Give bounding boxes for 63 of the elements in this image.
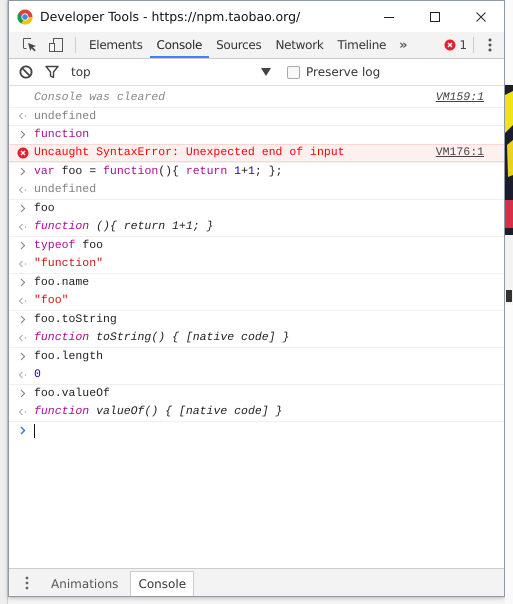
- result-arrow-icon: [18, 222, 27, 231]
- dropdown-triangle-icon: [261, 68, 271, 76]
- console-message: function toString() { [native code] }: [34, 331, 290, 344]
- menu-icon[interactable]: [488, 38, 492, 52]
- panel-tab[interactable]: Console: [150, 32, 210, 58]
- close-icon: [476, 12, 486, 22]
- console-message: Console was cleared: [34, 90, 166, 104]
- drawer-tab[interactable]: Console: [130, 571, 194, 596]
- chevron-icon: [20, 130, 26, 140]
- chevron-icon: [20, 278, 26, 288]
- console-message: function valueOf() { [native code] }: [34, 405, 282, 418]
- result-arrow-icon: [18, 334, 27, 342]
- source-link[interactable]: VM176:1: [436, 146, 484, 160]
- checkbox-label: Preserve log: [306, 65, 380, 79]
- window-title: Developer Tools - https://npm.taobao.org/: [40, 9, 300, 24]
- console-message: function: [34, 128, 90, 142]
- console-message: typeof foo: [34, 239, 104, 252]
- chevron-icon: [20, 315, 26, 324]
- chevron-icon: [20, 352, 26, 362]
- console-message: foo.toString: [34, 313, 117, 326]
- console-message: function (){ return 1+1; }: [34, 220, 214, 234]
- more-tabs-button[interactable]: »: [393, 38, 414, 52]
- minimize-icon: [384, 16, 394, 18]
- console-message: 0: [34, 368, 41, 382]
- result-arrow-icon: [18, 186, 27, 194]
- console-message: "function": [34, 257, 104, 270]
- filter-icon[interactable]: [45, 65, 59, 79]
- panel-tab[interactable]: Sources: [209, 32, 268, 58]
- panel-tab[interactable]: Elements: [82, 32, 150, 58]
- chevron-icon: [20, 167, 26, 176]
- panel-tab[interactable]: Network: [268, 32, 330, 58]
- panel-tab[interactable]: Timeline: [330, 32, 394, 58]
- circle-logo-icon: [17, 8, 33, 24]
- drawer-tab[interactable]: Animations: [43, 571, 126, 596]
- result-arrow-icon: [18, 408, 27, 416]
- console-message: foo.length: [34, 350, 104, 364]
- result-arrow-icon: [18, 260, 27, 268]
- result-arrow-icon: [18, 112, 27, 120]
- error-count: 1: [459, 38, 467, 52]
- device-icon[interactable]: [48, 37, 64, 53]
- inspect-icon[interactable]: [22, 37, 38, 53]
- console-message: undefined: [34, 110, 96, 123]
- console-message: Uncaught SyntaxError: Unexpected end of input: [34, 146, 345, 160]
- drawer-menu-icon[interactable]: [25, 576, 29, 590]
- checkbox[interactable]: [287, 66, 300, 78]
- console-message: foo.name: [34, 276, 90, 290]
- console-message: var foo = function(){ return 1+1; };: [34, 165, 283, 178]
- context-select[interactable]: top: [71, 65, 271, 79]
- maximize-icon: [430, 12, 440, 22]
- clear-console-icon[interactable]: [19, 65, 33, 79]
- result-arrow-icon: [18, 296, 27, 305]
- chevron-icon: [20, 204, 26, 214]
- error-icon: [16, 146, 28, 159]
- prompt-chevron-icon: [20, 426, 26, 436]
- error-icon: [444, 39, 456, 51]
- chevron-icon: [20, 389, 26, 398]
- source-link[interactable]: VM159:1: [436, 90, 484, 104]
- console-message: "foo": [34, 294, 69, 308]
- console-message: undefined: [34, 183, 96, 196]
- console-message: foo: [34, 202, 55, 216]
- console-message: foo.valueOf: [34, 387, 110, 400]
- result-arrow-icon: [18, 370, 27, 379]
- chevron-icon: [20, 241, 26, 250]
